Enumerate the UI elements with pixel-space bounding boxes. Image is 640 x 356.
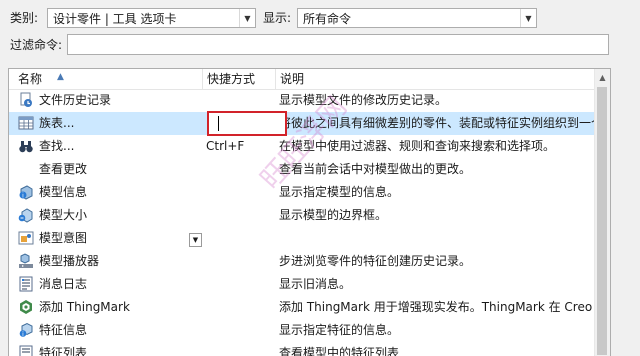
- chevron-down-icon[interactable]: ▼: [239, 9, 255, 27]
- model-size-icon: [18, 207, 34, 223]
- command-description: 在模型中使用过滤器、规则和查询来搜索和选择项。: [279, 139, 556, 153]
- command-name: 特征列表: [39, 346, 88, 356]
- command-shortcut: Ctrl+F: [206, 139, 245, 153]
- table-header: 名称 ▲ 快捷方式 说明: [9, 69, 595, 90]
- text-caret: [218, 116, 219, 131]
- binoculars-icon: [18, 138, 34, 154]
- table-row[interactable]: 查找... Ctrl+F 在模型中使用过滤器、规则和查询来搜索和选择项。: [9, 135, 595, 158]
- message-log-icon: [18, 276, 34, 292]
- column-divider[interactable]: [275, 69, 276, 89]
- model-info-icon: i: [18, 184, 34, 200]
- filter-label: 过滤命令:: [10, 38, 63, 52]
- thingmark-icon: [18, 299, 34, 315]
- model-player-icon: [18, 253, 34, 269]
- scrollbar-thumb[interactable]: [597, 87, 607, 355]
- show-dropdown[interactable]: 所有命令 ▼: [297, 8, 537, 28]
- shortcut-edit-field[interactable]: [207, 111, 287, 136]
- feature-list-icon: [18, 345, 34, 356]
- command-name: 文件历史记录: [39, 93, 112, 107]
- table-row[interactable]: 模型意图: [9, 227, 595, 250]
- column-divider[interactable]: [202, 69, 203, 89]
- command-name: 添加 ThingMark: [39, 300, 130, 314]
- command-description: 查看当前会话中对模型做出的更改。: [279, 162, 472, 176]
- commands-table: 名称 ▲ 快捷方式 说明 文件历史记录 显示模型文件的修改历史记录。族表... 将彼…: [8, 68, 611, 356]
- file-history-icon: [18, 92, 34, 108]
- command-description: 查看模型中的特征列表: [279, 346, 400, 356]
- vertical-scrollbar[interactable]: ▲: [594, 69, 610, 356]
- filter-input[interactable]: [67, 34, 609, 55]
- table-row[interactable]: 族表... 将彼此之间具有细微差别的零件、装配或特征实例组织到一个: [9, 112, 595, 135]
- table-row[interactable]: 特征列表 查看模型中的特征列表: [9, 342, 595, 356]
- column-header-shortcut[interactable]: 快捷方式: [207, 71, 255, 87]
- category-dropdown[interactable]: 设计零件 | 工具 选项卡 ▼: [47, 8, 256, 28]
- family-table-icon: [18, 115, 34, 131]
- command-description: 步进浏览零件的特征创建历史记录。: [279, 254, 472, 268]
- table-row[interactable]: i 模型信息 显示指定模型的信息。: [9, 181, 595, 204]
- category-value: 设计零件 | 工具 选项卡: [53, 12, 177, 26]
- command-name: 特征信息: [39, 323, 88, 337]
- command-name: 模型大小: [39, 208, 88, 222]
- table-row[interactable]: 消息日志 显示旧消息。: [9, 273, 595, 296]
- command-description: 添加 ThingMark 用于增强现实发布。ThingMark 在 Creo 中: [279, 300, 595, 314]
- table-row[interactable]: 添加 ThingMark 添加 ThingMark 用于增强现实发布。ThingM…: [9, 296, 595, 319]
- category-label: 类别:: [10, 11, 39, 25]
- command-name: 模型信息: [39, 185, 88, 199]
- column-header-description[interactable]: 说明: [280, 71, 304, 87]
- model-intent-dropdown-icon[interactable]: ▼: [189, 233, 202, 247]
- command-name: 模型意图: [39, 231, 88, 245]
- sort-ascending-icon: ▲: [57, 72, 64, 82]
- command-name: 查找...: [39, 139, 75, 153]
- command-name: 消息日志: [39, 277, 88, 291]
- table-row[interactable]: 模型播放器 步进浏览零件的特征创建历史记录。: [9, 250, 595, 273]
- model-intent-icon: [18, 230, 34, 246]
- command-description: 显示指定模型的信息。: [279, 185, 400, 199]
- scroll-up-icon[interactable]: ▲: [595, 69, 610, 86]
- column-header-name[interactable]: 名称: [18, 71, 42, 87]
- command-description: 将彼此之间具有细微差别的零件、装配或特征实例组织到一个: [279, 116, 595, 130]
- feature-info-icon: i: [18, 322, 34, 338]
- command-description: 显示模型的边界框。: [279, 208, 388, 222]
- command-name: 模型播放器: [39, 254, 100, 268]
- command-description: 显示模型文件的修改历史记录。: [279, 93, 448, 107]
- table-row[interactable]: i 特征信息 显示指定特征的信息。: [9, 319, 595, 342]
- table-row[interactable]: 文件历史记录 显示模型文件的修改历史记录。: [9, 89, 595, 112]
- chevron-down-icon[interactable]: ▼: [520, 9, 536, 27]
- table-row[interactable]: 模型大小 显示模型的边界框。: [9, 204, 595, 227]
- command-name: 查看更改: [39, 162, 88, 176]
- command-name: 族表...: [39, 116, 75, 130]
- show-value: 所有命令: [303, 12, 352, 26]
- table-row[interactable]: 查看更改 查看当前会话中对模型做出的更改。: [9, 158, 595, 181]
- command-description: 显示指定特征的信息。: [279, 323, 400, 337]
- command-description: 显示旧消息。: [279, 277, 352, 291]
- show-label: 显示:: [263, 11, 292, 25]
